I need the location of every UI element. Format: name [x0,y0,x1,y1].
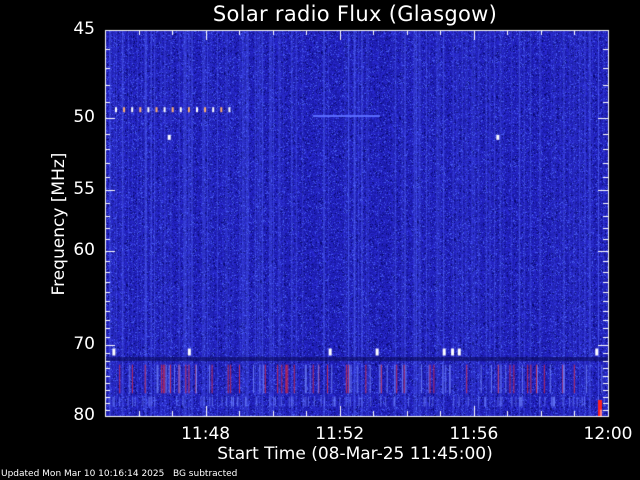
y-tick-label: 70 [73,334,95,355]
x-tick-label: 12:00 [583,424,633,444]
y-tick-label: 80 [73,405,95,425]
footer-text: Updated Mon Mar 10 10:16:14 2025 BG subt… [1,469,237,479]
x-axis-label: Start Time (08-Mar-25 11:45:00) [217,444,493,464]
x-tick-label: 11:52 [315,424,365,444]
spectrogram-heatmap [0,0,640,480]
x-tick-label: 11:48 [181,424,231,444]
y-tick-label: 45 [73,19,95,39]
y-axis-label: Frequency [MHz] [49,152,69,296]
chart-title: Solar radio Flux (Glasgow) [212,2,498,26]
bg-subtracted-note: BG subtracted [172,469,238,479]
y-tick-label: 60 [73,239,95,260]
x-tick-label: 11:56 [449,424,499,444]
updated-timestamp: Updated Mon Mar 10 10:16:14 2025 [1,469,165,479]
y-tick-label: 50 [73,107,95,128]
y-tick-label: 55 [73,179,95,200]
